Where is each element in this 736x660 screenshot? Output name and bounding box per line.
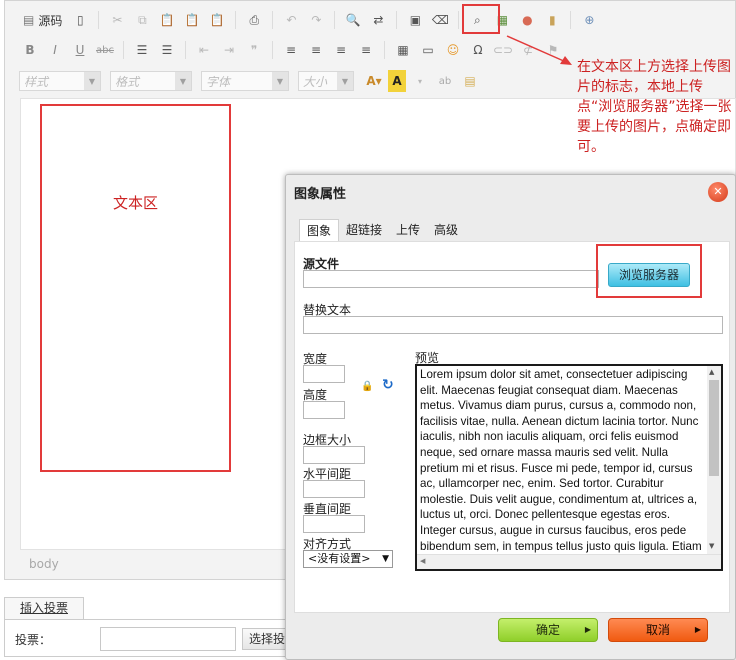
vspace-input[interactable]: [303, 515, 365, 533]
cancel-button[interactable]: 取消 ▶: [608, 618, 708, 642]
border-input[interactable]: [303, 446, 365, 464]
width-input[interactable]: [303, 365, 345, 383]
cancel-button-label: 取消: [645, 623, 670, 637]
chevron-down-icon: ▼: [382, 554, 389, 564]
browse-server-button[interactable]: 浏览服务器: [608, 263, 690, 287]
arrow-right-icon: ▶: [584, 625, 591, 634]
close-icon[interactable]: ✕: [708, 182, 728, 202]
tab-image[interactable]: 图象: [299, 219, 340, 241]
preview-box[interactable]: Lorem ipsum dolor sit amet, consectetuer…: [415, 364, 723, 571]
preview-text: Lorem ipsum dolor sit amet, consectetuer…: [420, 368, 702, 568]
vote-input[interactable]: [100, 627, 236, 651]
scroll-left-icon[interactable]: ◀: [420, 557, 425, 565]
ok-button[interactable]: 确定 ▶: [498, 618, 598, 642]
arrow-right-icon: ▶: [694, 625, 701, 634]
lock-icon[interactable]: 🔒: [361, 381, 373, 392]
tab-upload[interactable]: 上传: [389, 219, 427, 241]
ok-button-label: 确定: [535, 623, 560, 637]
source-file-input[interactable]: [303, 270, 599, 288]
dialog-tabs: 图象 超链接 上传 高级: [299, 219, 465, 241]
scrollbar-thumb[interactable]: [709, 380, 719, 476]
dialog-title: 图象属性: [294, 187, 347, 202]
vote-label: 投票：: [15, 633, 52, 647]
align-select-value: <没有设置>: [308, 552, 371, 565]
align-select[interactable]: <没有设置> ▼: [303, 550, 393, 568]
dialog-panel: 源文件 浏览服务器 替换文本 宽度 高度 🔒 ↻ 边框大小 水平间距 垂直间距 …: [294, 241, 730, 613]
height-input[interactable]: [303, 401, 345, 419]
scroll-up-icon[interactable]: ▲: [709, 368, 714, 376]
tab-advanced[interactable]: 高级: [427, 219, 465, 241]
scroll-down-icon[interactable]: ▼: [709, 542, 714, 550]
reset-size-icon[interactable]: ↻: [382, 377, 394, 393]
insert-vote-tab[interactable]: 插入投票: [4, 597, 84, 619]
annotation-text: 在文本区上方选择上传图片的标志，本地上传点“浏览服务器”选择一张要上传的图片，点…: [577, 59, 732, 155]
tab-hyperlink[interactable]: 超链接: [339, 219, 389, 241]
preview-horizontal-scrollbar[interactable]: ◀: [417, 554, 721, 569]
hspace-input[interactable]: [303, 480, 365, 498]
browse-button-highlight: 浏览服务器: [596, 244, 702, 298]
image-properties-dialog: 图象属性 ✕ 图象 超链接 上传 高级 源文件 浏览服务器 替换文本 宽度 高度…: [285, 174, 736, 660]
preview-vertical-scrollbar[interactable]: ▲ ▼: [707, 366, 721, 554]
alt-text-input[interactable]: [303, 316, 723, 334]
